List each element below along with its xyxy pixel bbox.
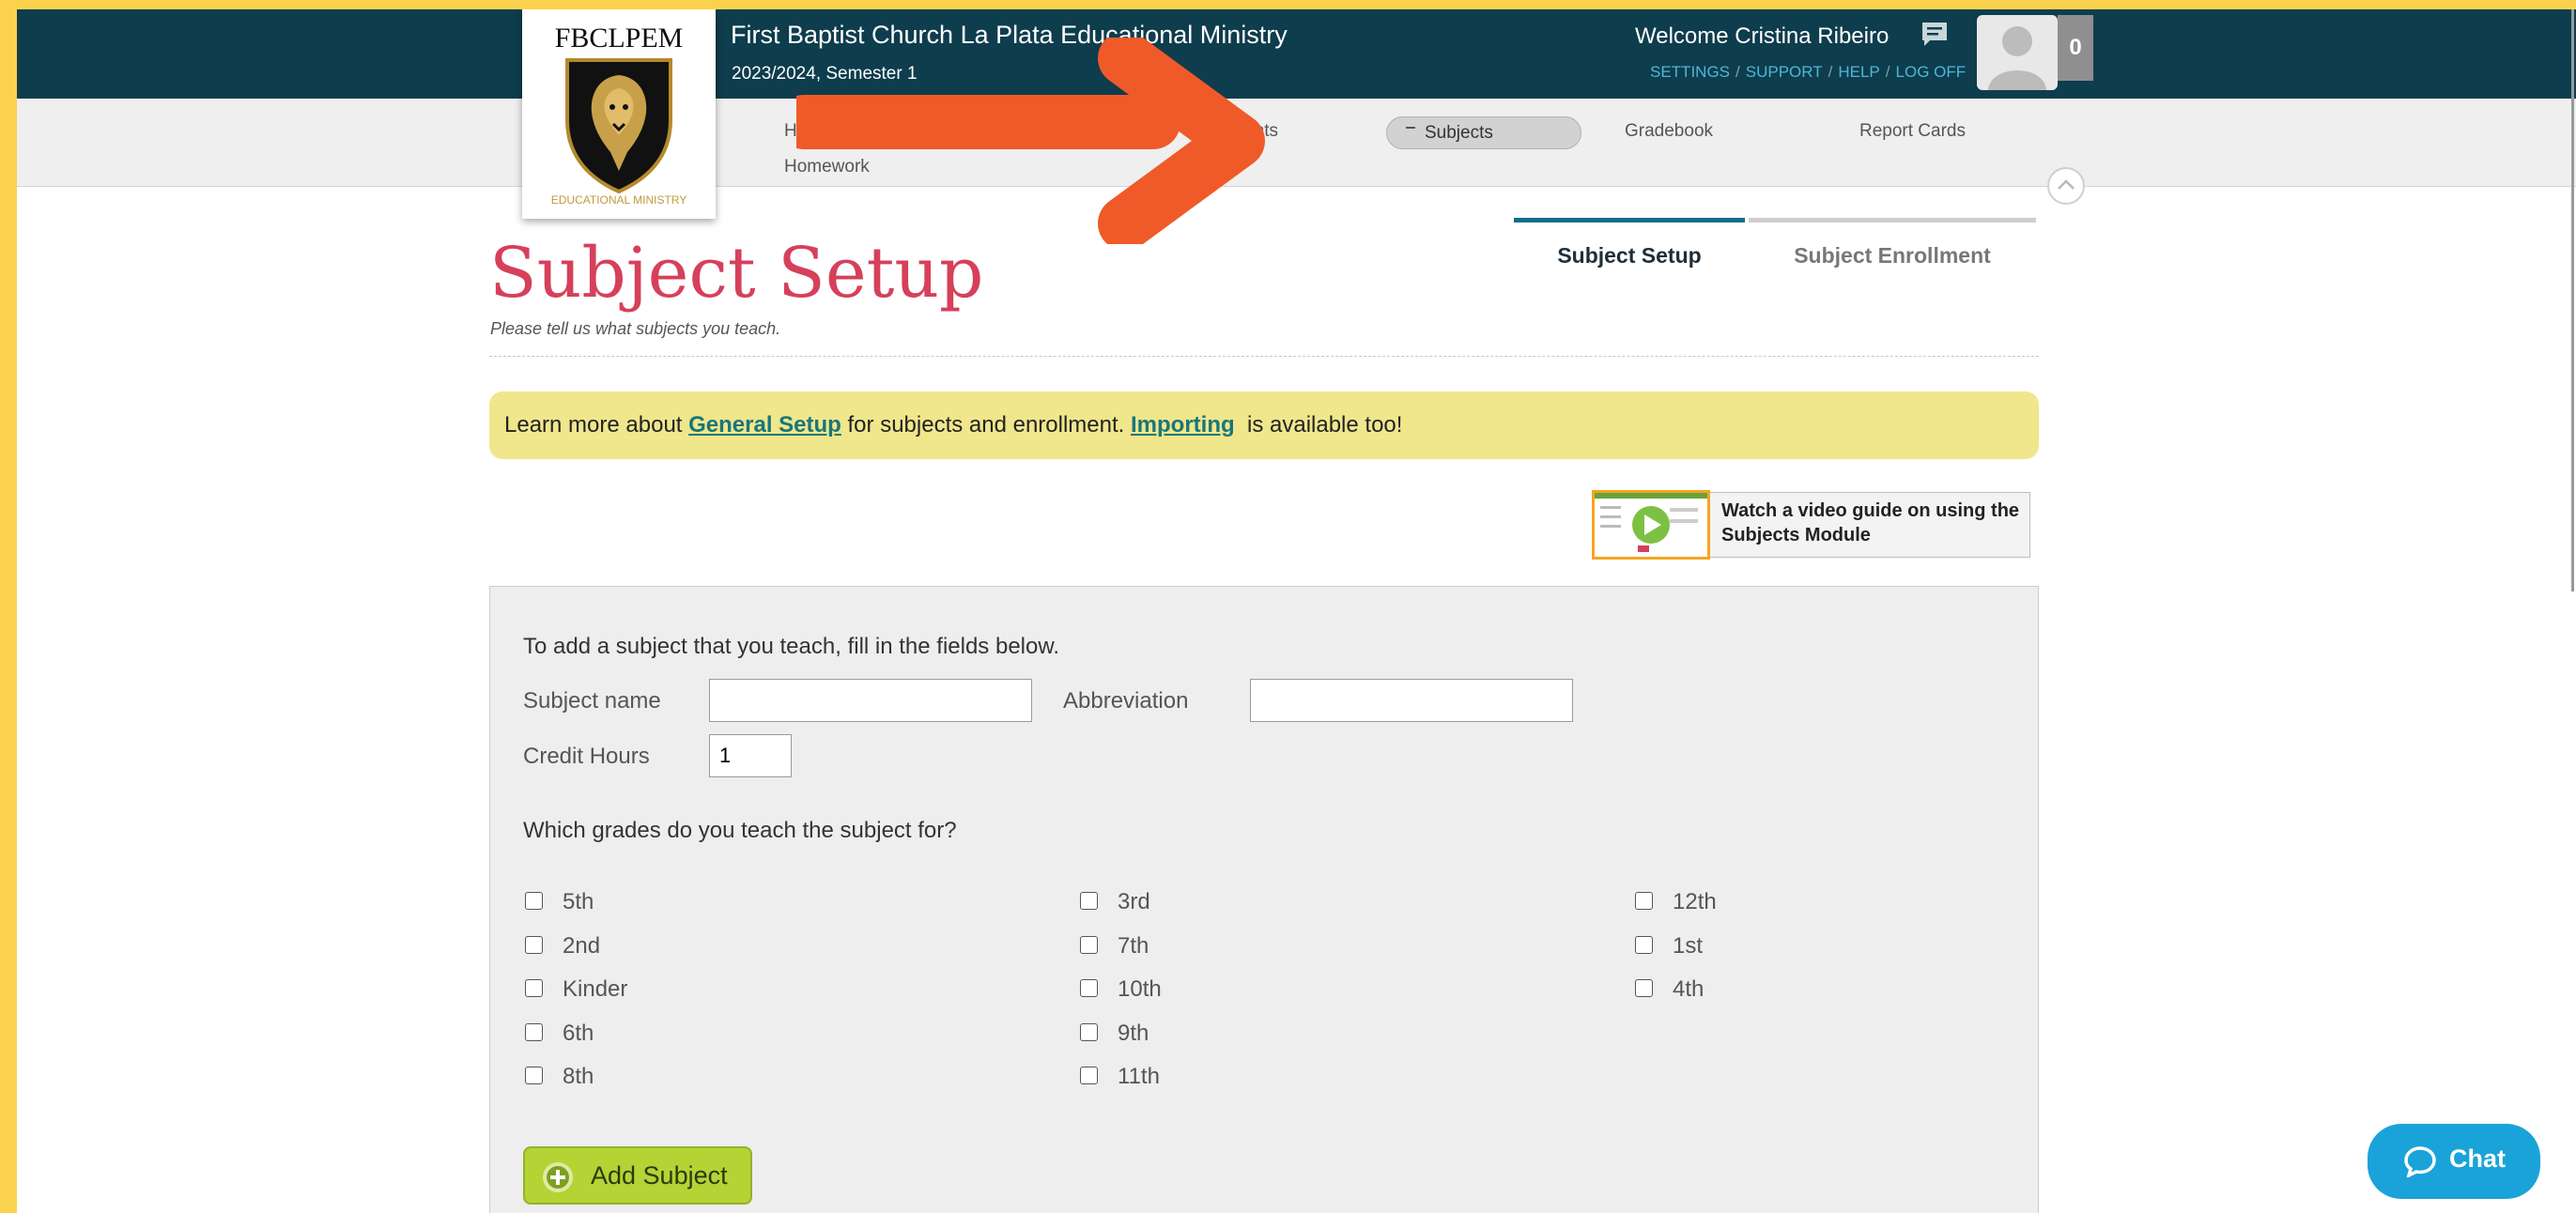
chevron-up-icon bbox=[2058, 179, 2075, 190]
credit-hours-input[interactable] bbox=[709, 734, 792, 777]
banner-text: for subjects and enrollment. bbox=[841, 412, 1131, 438]
play-video-icon bbox=[1595, 493, 1707, 552]
help-link[interactable]: HELP bbox=[1838, 63, 1879, 81]
grade-label: 7th bbox=[1118, 933, 1149, 959]
logo-title: FBCLPEM bbox=[554, 23, 684, 54]
banner-text: is available too! bbox=[1234, 412, 1403, 438]
checkbox[interactable] bbox=[1080, 979, 1098, 997]
subject-name-label: Subject name bbox=[523, 688, 661, 714]
tab-subject-setup[interactable]: Subject Setup bbox=[1514, 218, 1745, 288]
abbreviation-label: Abbreviation bbox=[1063, 688, 1189, 714]
banner-text: Learn more about bbox=[504, 412, 689, 438]
collapse-nav-button[interactable] bbox=[2047, 167, 2085, 205]
checkbox[interactable] bbox=[1080, 1067, 1098, 1084]
grade-label: 5th bbox=[563, 889, 594, 914]
grade-label: 1st bbox=[1673, 933, 1704, 959]
nav-report-cards[interactable]: Report Cards bbox=[1859, 121, 1966, 142]
video-guide-line: Subjects Module bbox=[1721, 525, 1871, 545]
checkbox[interactable] bbox=[1080, 892, 1098, 910]
credit-hours-label: Credit Hours bbox=[523, 744, 650, 769]
scrollbar[interactable] bbox=[2571, 9, 2574, 591]
abbreviation-input[interactable] bbox=[1250, 679, 1573, 722]
app-frame: First Baptist Church La Plata Educationa… bbox=[17, 9, 2576, 1213]
grades-question: Which grades do you teach the subject fo… bbox=[523, 818, 957, 843]
page-subtitle: Please tell us what subjects you teach. bbox=[490, 319, 781, 338]
subject-name-input[interactable] bbox=[709, 679, 1032, 722]
video-guide-line: Watch a video guide on using the bbox=[1721, 500, 2020, 521]
video-guide-link[interactable]: Watch a video guide on using the Subject… bbox=[1592, 490, 2030, 560]
grade-label: 4th bbox=[1673, 976, 1704, 1002]
avatar[interactable] bbox=[1977, 15, 2058, 90]
tab-subject-enrollment[interactable]: Subject Enrollment bbox=[1749, 218, 2036, 288]
log-off-link[interactable]: LOG OFF bbox=[1896, 63, 1967, 81]
video-guide-text: Watch a video guide on using the Subject… bbox=[1721, 499, 2019, 547]
top-bar: First Baptist Church La Plata Educationa… bbox=[17, 9, 2576, 99]
chat-label: Chat bbox=[2449, 1144, 2506, 1173]
add-subject-button[interactable]: Add Subject bbox=[523, 1146, 752, 1205]
general-setup-link[interactable]: General Setup bbox=[688, 412, 841, 438]
info-banner: Learn more about General Setup for subje… bbox=[489, 392, 2039, 459]
welcome-text: Welcome Cristina Ribeiro bbox=[1635, 23, 1890, 49]
checkbox[interactable] bbox=[1635, 892, 1653, 910]
grade-label: 9th bbox=[1118, 1021, 1149, 1046]
plus-circle-icon bbox=[543, 1162, 573, 1192]
importing-link[interactable]: Importing bbox=[1131, 412, 1235, 438]
divider bbox=[489, 356, 2039, 357]
support-link[interactable]: SUPPORT bbox=[1746, 63, 1823, 81]
add-subject-label: Add Subject bbox=[591, 1161, 728, 1190]
checkbox[interactable] bbox=[1080, 1023, 1098, 1041]
grade-label: 8th bbox=[563, 1064, 594, 1089]
grade-label: 12th bbox=[1673, 889, 1717, 914]
checkbox[interactable] bbox=[525, 979, 543, 997]
checkbox[interactable] bbox=[1635, 936, 1653, 954]
checkbox[interactable] bbox=[525, 936, 543, 954]
link-separator: / bbox=[1885, 63, 1890, 81]
checkbox[interactable] bbox=[525, 1023, 543, 1041]
checkbox[interactable] bbox=[525, 1067, 543, 1084]
grade-label: Kinder bbox=[563, 976, 628, 1002]
chat-bubble-icon bbox=[2404, 1146, 2436, 1177]
grade-label: 3rd bbox=[1118, 889, 1150, 914]
grade-label: 10th bbox=[1118, 976, 1162, 1002]
form-intro: To add a subject that you teach, fill in… bbox=[523, 634, 1060, 659]
grade-label: 2nd bbox=[563, 933, 601, 959]
nav-subjects-label: Subjects bbox=[1425, 123, 1493, 143]
top-links: SETTINGS / SUPPORT / HELP / LOG OFF bbox=[1650, 63, 1966, 82]
grade-label: 11th bbox=[1118, 1064, 1160, 1089]
add-subject-panel: To add a subject that you teach, fill in… bbox=[489, 586, 2039, 1213]
message-icon[interactable] bbox=[1919, 20, 1951, 50]
grade-label: 6th bbox=[563, 1021, 594, 1046]
dropdown-indicator-icon bbox=[1406, 127, 1415, 129]
chat-button[interactable]: Chat bbox=[2368, 1124, 2540, 1199]
arrow-annotation-icon bbox=[796, 38, 1265, 244]
video-thumbnail bbox=[1592, 490, 1710, 560]
nav-gradebook[interactable]: Gradebook bbox=[1625, 121, 1713, 142]
checkbox[interactable] bbox=[1080, 936, 1098, 954]
user-silhouette-icon bbox=[1988, 26, 2046, 90]
link-separator: / bbox=[1735, 63, 1740, 81]
checkbox[interactable] bbox=[1635, 979, 1653, 997]
link-separator: / bbox=[1828, 63, 1833, 81]
nav-subjects[interactable]: Subjects bbox=[1386, 116, 1581, 149]
logo-subtitle: EDUCATIONAL MINISTRY bbox=[550, 193, 687, 207]
settings-link[interactable]: SETTINGS bbox=[1650, 63, 1730, 81]
lion-crest-icon bbox=[565, 58, 672, 193]
page-title: Subject Setup bbox=[489, 233, 984, 314]
school-logo[interactable]: FBCLPEM EDUCATIONAL MINISTRY bbox=[522, 9, 716, 219]
main-nav: H udents Subjects Gradebook Report Cards… bbox=[17, 99, 2576, 187]
checkbox[interactable] bbox=[525, 892, 543, 910]
nav-home[interactable]: H bbox=[784, 121, 797, 142]
notification-count-badge[interactable]: 0 bbox=[2058, 15, 2093, 81]
